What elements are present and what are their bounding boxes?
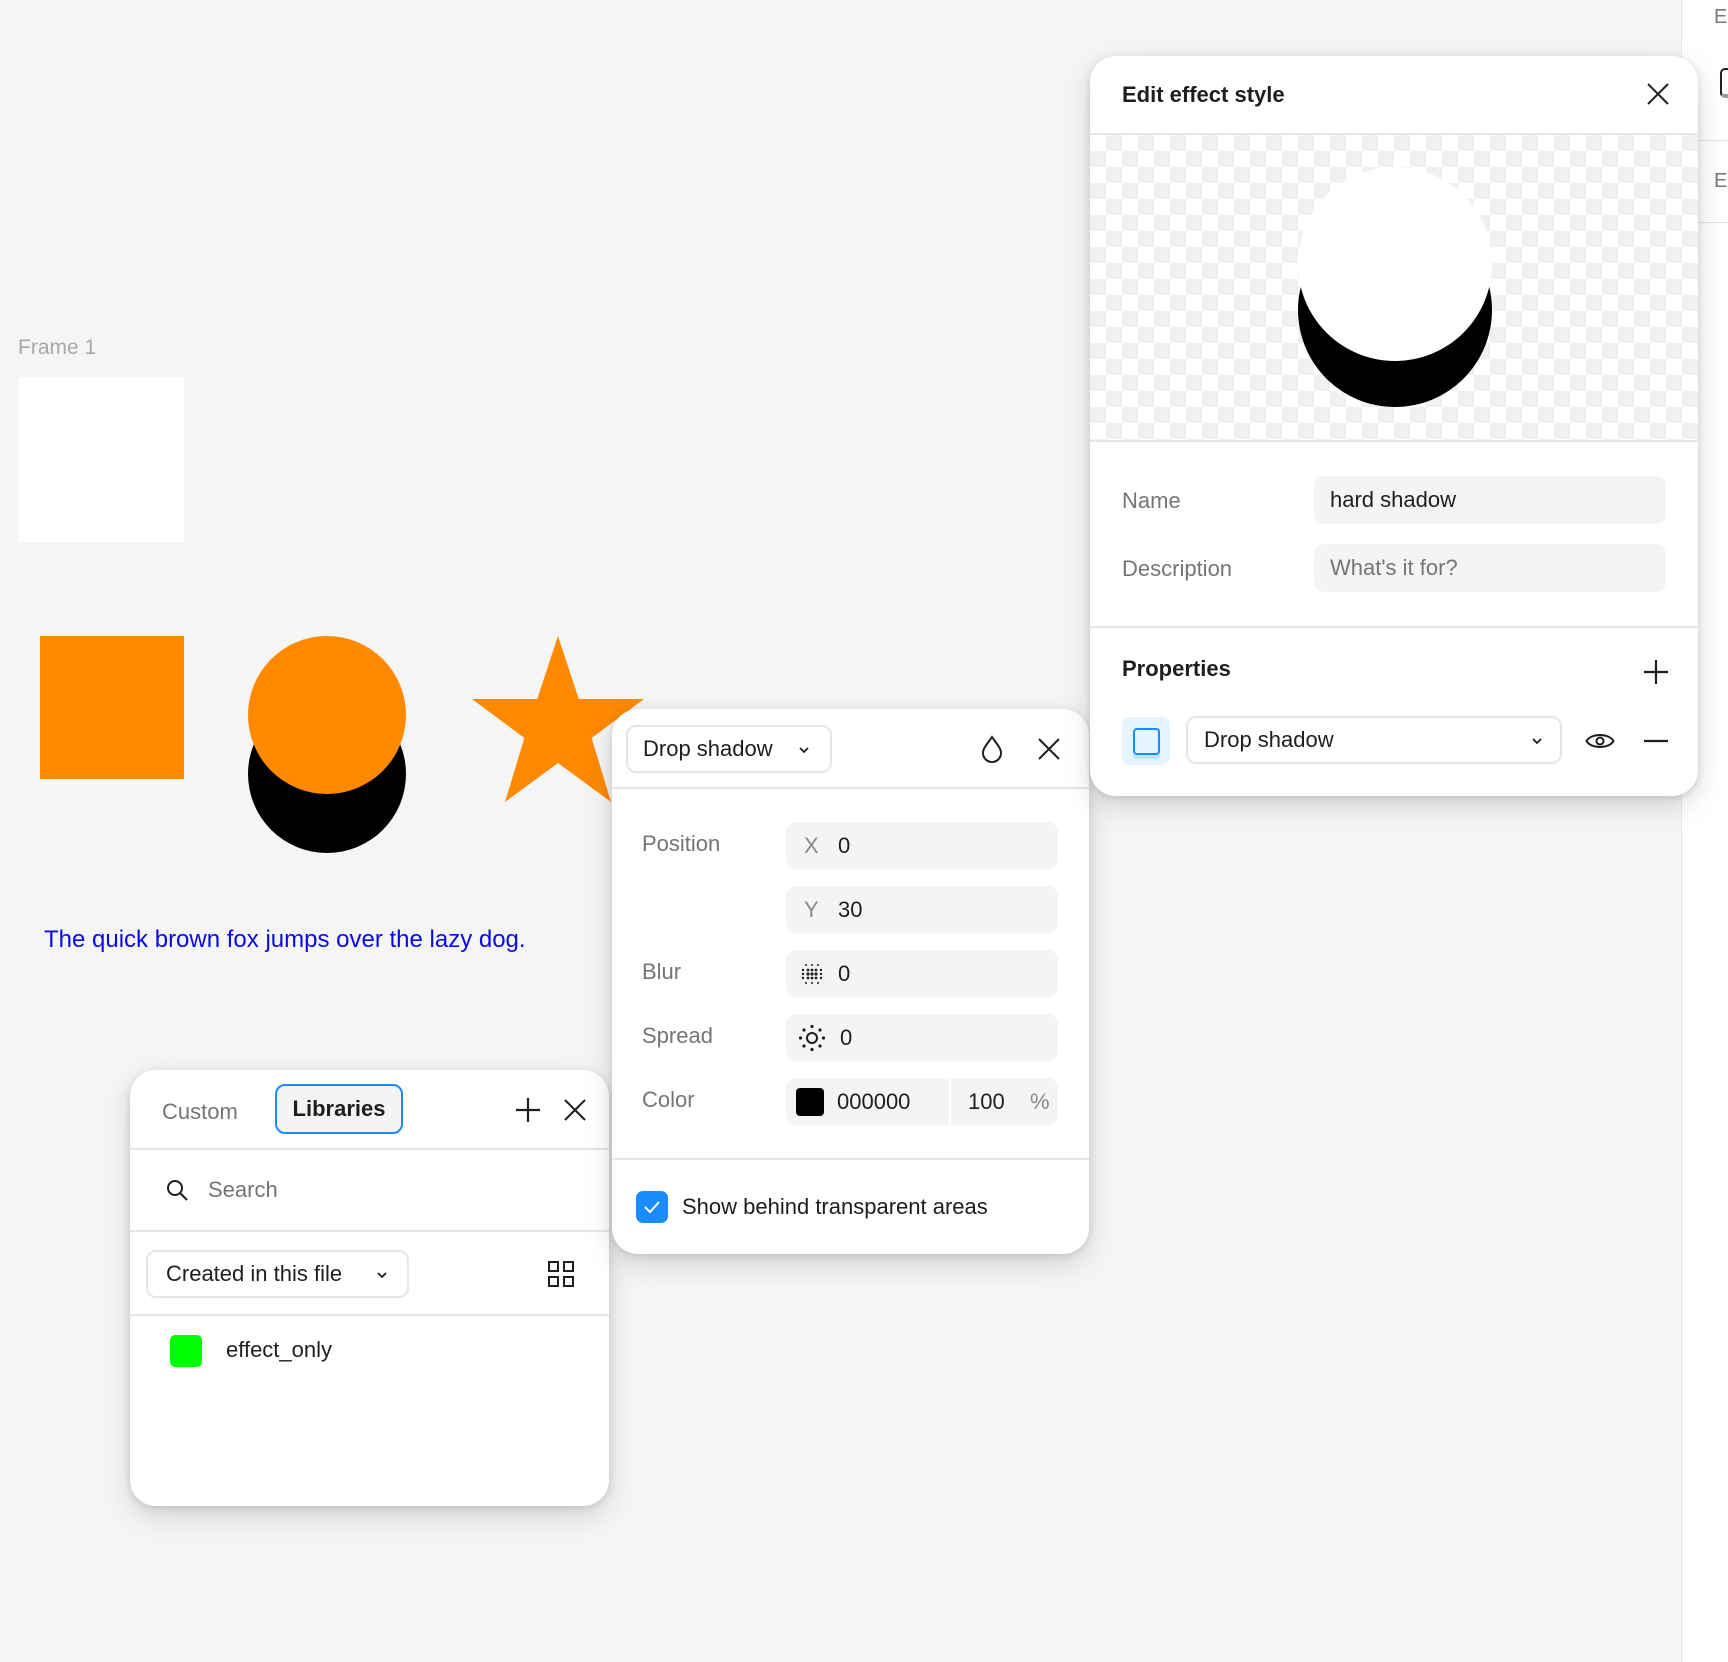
- effect-type-dropdown[interactable]: Drop shadow: [626, 725, 832, 773]
- style-swatch: [170, 1335, 202, 1367]
- divider: [1090, 626, 1698, 628]
- spread-value: 0: [840, 1024, 853, 1050]
- style-name-input[interactable]: [1314, 476, 1666, 524]
- search-input[interactable]: [208, 1166, 588, 1214]
- divider: [130, 1230, 609, 1232]
- divider: [130, 1148, 609, 1150]
- description-label: Description: [1122, 556, 1233, 581]
- orange-ellipse[interactable]: [248, 636, 406, 794]
- toggle-visibility-button[interactable]: [1580, 721, 1620, 761]
- opacity-value[interactable]: 100: [968, 1089, 1030, 1115]
- close-popover-button[interactable]: [1029, 729, 1069, 769]
- close-icon: [1647, 83, 1669, 105]
- opacity-unit: %: [1030, 1088, 1050, 1114]
- remove-effect-button[interactable]: [1636, 721, 1676, 761]
- chevron-down-icon: [377, 1272, 387, 1279]
- close-panel-button[interactable]: [555, 1090, 595, 1130]
- blur-field[interactable]: 0: [786, 950, 1058, 997]
- effect-type-dropdown[interactable]: Drop shadow: [1186, 716, 1562, 764]
- close-panel-button[interactable]: [1638, 74, 1678, 114]
- effect-swatch-icon: [1132, 727, 1160, 755]
- sidebar-frame-icon[interactable]: [1720, 68, 1728, 98]
- divider: [130, 1314, 609, 1316]
- properties-heading: Properties: [1122, 656, 1231, 681]
- y-offset-value: 30: [838, 896, 863, 922]
- minus-icon: [1644, 739, 1668, 743]
- checkmark-icon: [644, 1201, 660, 1214]
- y-offset-field[interactable]: Y 30: [786, 886, 1058, 933]
- effect-settings-button[interactable]: [1122, 717, 1170, 765]
- sidebar-cut-label: E: [1714, 6, 1728, 28]
- preview-circle: [1298, 167, 1492, 361]
- blur-label: Blur: [642, 959, 682, 984]
- effect-type-value: Drop shadow: [643, 736, 773, 761]
- blur-icon: [801, 963, 823, 984]
- spread-label: Spread: [642, 1023, 713, 1048]
- plus-icon: [1644, 660, 1668, 684]
- x-offset-field[interactable]: X 0: [786, 822, 1058, 869]
- color-field[interactable]: 000000 100 %: [786, 1078, 1058, 1125]
- orange-rectangle[interactable]: [40, 636, 184, 779]
- show-behind-transparent-checkbox[interactable]: [636, 1191, 668, 1223]
- sample-text-layer[interactable]: The quick brown fox jumps over the lazy …: [44, 926, 526, 954]
- spread-icon: [798, 1024, 826, 1051]
- y-axis-label: Y: [804, 896, 819, 922]
- divider: [612, 787, 1089, 789]
- eye-icon: [1585, 734, 1615, 748]
- plus-icon: [516, 1098, 540, 1122]
- edit-effect-style-panel: Edit effect style Name Description Prope…: [1090, 56, 1698, 796]
- x-offset-value: 0: [838, 832, 851, 858]
- effect-type-value: Drop shadow: [1204, 727, 1334, 752]
- add-style-button[interactable]: [508, 1090, 548, 1130]
- panel-title: Edit effect style: [1122, 82, 1285, 107]
- show-behind-transparent-label[interactable]: Show behind transparent areas: [682, 1194, 988, 1220]
- chevron-down-icon: [799, 747, 809, 754]
- x-axis-label: X: [804, 832, 819, 858]
- library-filter-dropdown[interactable]: Created in this file: [146, 1250, 409, 1298]
- search-icon: [165, 1178, 189, 1202]
- tab-custom[interactable]: Custom: [150, 1088, 250, 1136]
- library-filter-value: Created in this file: [166, 1261, 343, 1286]
- effect-styles-panel: Custom Libraries Created in this file: [130, 1070, 609, 1506]
- position-label: Position: [642, 831, 721, 856]
- close-icon: [1038, 738, 1060, 760]
- frame-1[interactable]: [18, 377, 184, 542]
- name-label: Name: [1122, 488, 1181, 513]
- color-hex-value[interactable]: 000000: [837, 1089, 949, 1115]
- effect-preview: [1090, 135, 1698, 440]
- chevron-down-icon: [1532, 738, 1542, 745]
- close-icon: [564, 1099, 586, 1121]
- droplet-icon: [981, 735, 1003, 763]
- blend-mode-button[interactable]: [972, 729, 1012, 769]
- view-toggle-button[interactable]: [545, 1258, 577, 1290]
- grid-icon: [548, 1261, 574, 1287]
- divider: [612, 1158, 1089, 1160]
- style-name: effect_only: [226, 1337, 333, 1362]
- style-description-input[interactable]: [1314, 544, 1666, 592]
- drop-shadow-settings-popover: Drop shadow Position X 0 Y 30 Blur 0 Spr…: [612, 709, 1089, 1254]
- list-item[interactable]: effect_only: [130, 1325, 609, 1375]
- color-swatch[interactable]: [796, 1087, 824, 1116]
- sidebar-cut-label: E: [1714, 170, 1728, 192]
- add-effect-button[interactable]: [1636, 652, 1676, 692]
- color-label: Color: [642, 1087, 695, 1112]
- frame-label[interactable]: Frame 1: [18, 336, 96, 360]
- field-separator: [949, 1078, 951, 1125]
- spread-field[interactable]: 0: [786, 1014, 1058, 1061]
- divider: [1090, 440, 1698, 442]
- blur-value: 0: [838, 960, 851, 986]
- tab-libraries[interactable]: Libraries: [275, 1084, 403, 1134]
